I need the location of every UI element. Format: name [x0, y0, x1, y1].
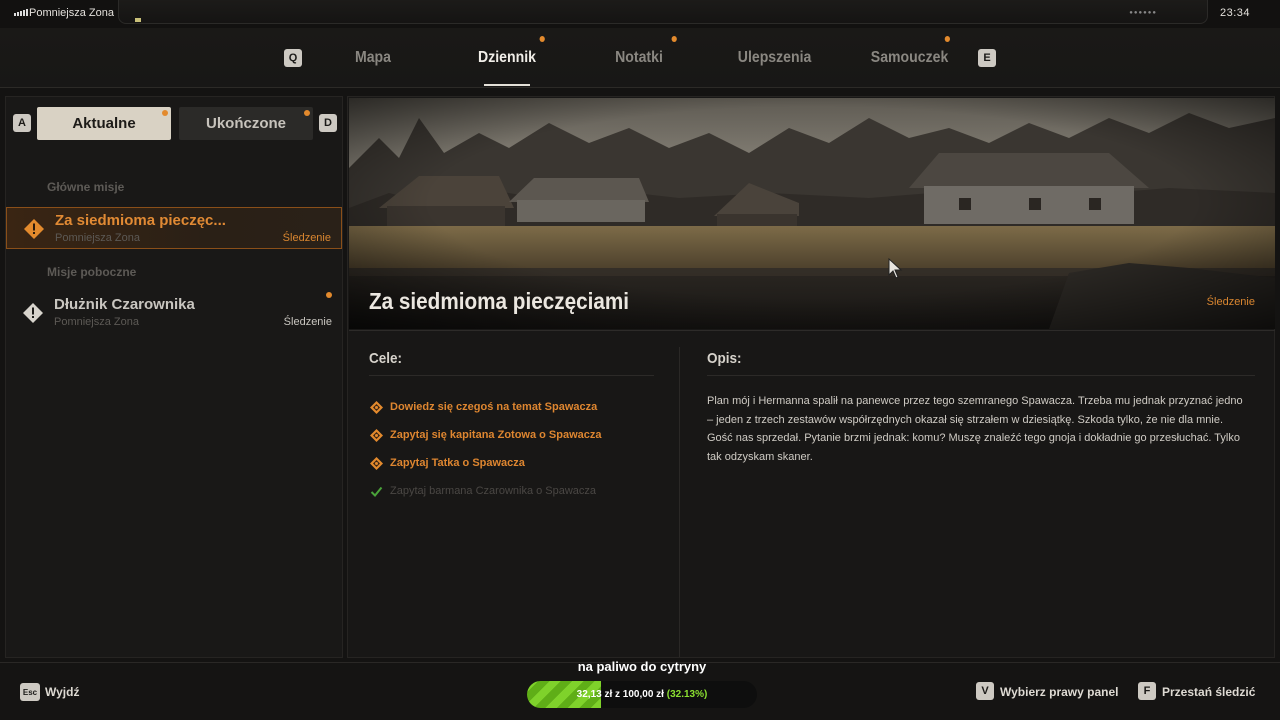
stop-tracking-button[interactable]: Przestań śledzić	[1162, 685, 1255, 699]
quest-title: Za siedmioma pieczęc...	[55, 212, 226, 229]
notification-dot	[162, 110, 168, 116]
side-quests-heading: Misje poboczne	[47, 265, 137, 279]
next-tab-key[interactable]: E	[978, 49, 996, 67]
main-nav: Q Mapa Dziennik Notatki Ulepszenia Samou…	[0, 28, 1280, 88]
tab-current-quests[interactable]: Aktualne	[37, 107, 171, 140]
objective-diamond-icon	[370, 457, 383, 470]
prev-tab-key[interactable]: Q	[284, 49, 302, 67]
quest-list-panel: A Aktualne Ukończone D Główne misje Za s…	[5, 96, 343, 658]
donation-progress-label: 32,13 zł z 100,00 zł (32.13%)	[576, 689, 708, 700]
select-right-panel-button[interactable]: Wybierz prawy panel	[1000, 685, 1118, 699]
quest-title: Dłużnik Czarownika	[54, 296, 195, 313]
warning-diamond-icon	[24, 219, 44, 239]
quest-zone: Pomniejsza Zona	[55, 232, 140, 244]
battery-icon	[135, 18, 141, 22]
signal-icon	[14, 9, 28, 16]
description-heading: Opis:	[707, 350, 742, 367]
dots-indicator: ●●●●●●	[1129, 10, 1157, 16]
notification-dot	[539, 36, 545, 42]
donation-progress-bar: 32,13 zł z 100,00 zł (32.13%)	[527, 681, 757, 708]
checkmark-icon	[370, 486, 383, 497]
quest-detail-title: Za siedmioma pieczęciami	[369, 288, 630, 314]
notification-dot	[671, 36, 677, 42]
quest-zone: Pomniejsza Zona	[54, 316, 139, 328]
tracking-label: Śledzenie	[1206, 296, 1255, 308]
notification-dot	[944, 36, 950, 42]
top-frame: ●●●●●●	[118, 0, 1208, 24]
objective-diamond-icon	[370, 401, 383, 414]
quest-item-main[interactable]: Za siedmioma pieczęc... Pomniejsza Zona …	[6, 207, 342, 249]
divider	[369, 375, 654, 376]
tab-ulepszenia[interactable]: Ulepszenia	[738, 44, 812, 72]
quest-description: Plan mój i Hermanna spalił na panewce pr…	[707, 395, 1243, 463]
donation-goal-title: na paliwo do cytryny	[577, 659, 707, 674]
status-bar: Pomniejsza Zona ●●●●●● 23:34	[0, 0, 1280, 28]
mouse-cursor-icon	[888, 258, 903, 279]
prev-filter-key[interactable]: A	[13, 114, 31, 132]
divider	[349, 330, 1275, 331]
tab-completed-quests[interactable]: Ukończone	[179, 107, 313, 140]
quest-item-side[interactable]: Dłużnik Czarownika Pomniejsza Zona Śledz…	[6, 292, 342, 334]
divider	[707, 375, 1255, 376]
quest-detail-panel: Za siedmioma pieczęciami Śledzenie Cele:…	[347, 96, 1275, 658]
exit-button[interactable]: Wyjdź	[45, 685, 79, 699]
next-filter-key[interactable]: D	[319, 114, 337, 132]
active-tab-underline	[484, 84, 530, 86]
warning-diamond-icon	[23, 303, 43, 323]
clock: 23:34	[1219, 7, 1250, 19]
objectives-heading: Cele:	[369, 350, 403, 367]
tab-dziennik[interactable]: Dziennik	[478, 36, 545, 72]
esc-key[interactable]: Esc	[20, 683, 40, 701]
v-key[interactable]: V	[976, 682, 994, 700]
notification-dot	[304, 110, 310, 116]
tab-notatki[interactable]: Notatki	[610, 36, 677, 72]
quest-banner: Za siedmioma pieczęciami Śledzenie	[349, 98, 1275, 329]
tab-mapa[interactable]: Mapa	[347, 44, 400, 72]
divider	[679, 347, 680, 657]
main-quests-heading: Główne misje	[47, 180, 125, 194]
tab-samouczek[interactable]: Samouczek	[871, 36, 950, 72]
zone-name: Pomniejsza Zona	[29, 7, 114, 19]
f-key[interactable]: F	[1138, 682, 1156, 700]
notification-dot	[326, 292, 332, 298]
tracking-label: Śledzenie	[282, 232, 331, 244]
tracking-label: Śledzenie	[283, 316, 332, 328]
objective-diamond-icon	[370, 429, 383, 442]
